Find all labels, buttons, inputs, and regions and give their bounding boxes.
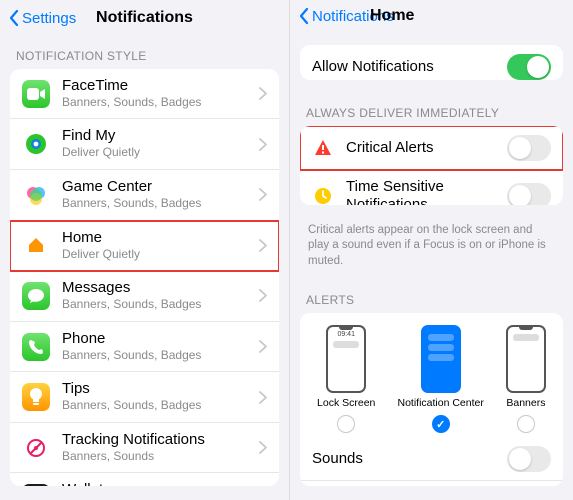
chevron-right-icon <box>259 340 267 353</box>
chevron-right-icon <box>259 239 267 252</box>
critical-alerts-label: Critical Alerts <box>346 139 507 157</box>
phone-preview-icon: 09:41 <box>326 325 366 393</box>
findmy-icon <box>22 130 50 158</box>
allow-notifications-group: Allow Notifications <box>300 45 563 81</box>
alerts-group: 09:41 Lock Screen Notification Center Banne… <box>300 313 563 486</box>
back-label: Notifications <box>312 8 394 25</box>
app-row-phone[interactable]: PhoneBanners, Sounds, Badges <box>10 322 279 373</box>
alert-option-label: Notification Center <box>397 397 483 409</box>
tracking-icon <box>22 434 50 462</box>
app-name: Messages <box>62 279 259 297</box>
chevron-right-icon <box>259 391 267 404</box>
critical-alerts-footer: Critical alerts appear on the lock scree… <box>290 219 573 282</box>
home-icon <box>22 231 50 259</box>
app-subtitle: Banners, Sounds, Badges <box>62 297 259 313</box>
app-row-home[interactable]: HomeDeliver Quietly <box>10 221 279 272</box>
app-name: FaceTime <box>62 77 259 95</box>
sounds-toggle[interactable] <box>507 446 551 472</box>
alert-option-banners[interactable]: Banners <box>506 325 546 433</box>
navbar: Settings Notifications <box>0 0 289 37</box>
chevron-right-icon <box>259 289 267 302</box>
allow-notifications-label: Allow Notifications <box>312 58 507 76</box>
app-row-wallet[interactable]: WalletBanners, Sounds, Badges <box>10 473 279 486</box>
app-row-tips[interactable]: TipsBanners, Sounds, Badges <box>10 372 279 423</box>
allow-notifications-toggle[interactable] <box>507 54 551 80</box>
phone-preview-icon <box>421 325 461 393</box>
sounds-label: Sounds <box>312 450 507 468</box>
section-header: ALERTS <box>290 281 573 313</box>
app-row-findmy[interactable]: Find MyDeliver Quietly <box>10 119 279 170</box>
critical-alerts-toggle[interactable] <box>507 135 551 161</box>
app-name: Tips <box>62 380 259 398</box>
app-name: Tracking Notifications <box>62 431 259 449</box>
chevron-right-icon <box>259 87 267 100</box>
critical-alerts-row[interactable]: Critical Alerts <box>300 126 563 170</box>
app-notification-settings-screen: Notifications Home Allow Notifications A… <box>290 0 573 500</box>
phone-preview-icon <box>506 325 546 393</box>
back-label: Settings <box>22 10 76 27</box>
app-name: Home <box>62 229 259 247</box>
app-row-facetime[interactable]: FaceTimeBanners, Sounds, Badges <box>10 69 279 120</box>
app-subtitle: Deliver Quietly <box>62 247 259 263</box>
app-subtitle: Banners, Sounds <box>62 449 259 465</box>
app-subtitle: Banners, Sounds, Badges <box>62 196 259 212</box>
chevron-right-icon <box>259 138 267 151</box>
badges-row[interactable]: Badges <box>300 481 563 486</box>
navbar: Notifications Home <box>290 0 573 33</box>
app-name: Game Center <box>62 178 259 196</box>
app-subtitle: Banners, Sounds, Badges <box>62 348 259 364</box>
alert-option-radio[interactable] <box>432 415 450 433</box>
chevron-right-icon <box>259 441 267 454</box>
chevron-left-icon <box>8 9 20 27</box>
app-subtitle: Banners, Sounds, Badges <box>62 398 259 414</box>
sounds-row[interactable]: Sounds <box>300 437 563 481</box>
app-row-tracking[interactable]: Tracking NotificationsBanners, Sounds <box>10 423 279 474</box>
wallet-icon <box>22 484 50 486</box>
alert-option-lock-screen[interactable]: 09:41 Lock Screen <box>317 325 375 433</box>
alert-option-label: Lock Screen <box>317 397 375 409</box>
alert-option-notification-center[interactable]: Notification Center <box>397 325 483 433</box>
chevron-right-icon <box>259 188 267 201</box>
time-sensitive-label: Time Sensitive Notifications <box>346 178 507 204</box>
alert-option-label: Banners <box>506 397 545 409</box>
time-sensitive-icon <box>312 185 334 204</box>
back-button[interactable]: Settings <box>8 9 76 27</box>
app-subtitle: Banners, Sounds, Badges <box>62 95 259 111</box>
section-header: ALWAYS DELIVER IMMEDIATELY <box>290 94 573 126</box>
time-sensitive-row[interactable]: Time Sensitive Notifications <box>300 170 563 204</box>
time-sensitive-toggle[interactable] <box>507 183 551 204</box>
chevron-left-icon <box>298 7 310 25</box>
deliver-immediately-group: Critical Alerts Time Sensitive Notificat… <box>300 126 563 204</box>
app-name: Find My <box>62 127 259 145</box>
tips-icon <box>22 383 50 411</box>
app-row-messages[interactable]: MessagesBanners, Sounds, Badges <box>10 271 279 322</box>
messages-icon <box>22 282 50 310</box>
critical-alert-icon <box>312 137 334 159</box>
phone-icon <box>22 333 50 361</box>
app-subtitle: Deliver Quietly <box>62 145 259 161</box>
facetime-icon <box>22 80 50 108</box>
back-button[interactable]: Notifications <box>298 7 394 25</box>
app-name: Wallet <box>62 481 259 486</box>
app-list: FaceTimeBanners, Sounds, BadgesFind MyDe… <box>10 69 279 486</box>
gamecenter-icon <box>22 181 50 209</box>
alert-style-picker: 09:41 Lock Screen Notification Center Banne… <box>300 313 563 437</box>
allow-notifications-row[interactable]: Allow Notifications <box>300 45 563 81</box>
alert-option-radio[interactable] <box>517 415 535 433</box>
notifications-settings-screen: Settings Notifications NOTIFICATION STYL… <box>0 0 290 500</box>
section-header: NOTIFICATION STYLE <box>0 37 289 69</box>
app-row-gamecenter[interactable]: Game CenterBanners, Sounds, Badges <box>10 170 279 221</box>
alert-option-radio[interactable] <box>337 415 355 433</box>
app-name: Phone <box>62 330 259 348</box>
